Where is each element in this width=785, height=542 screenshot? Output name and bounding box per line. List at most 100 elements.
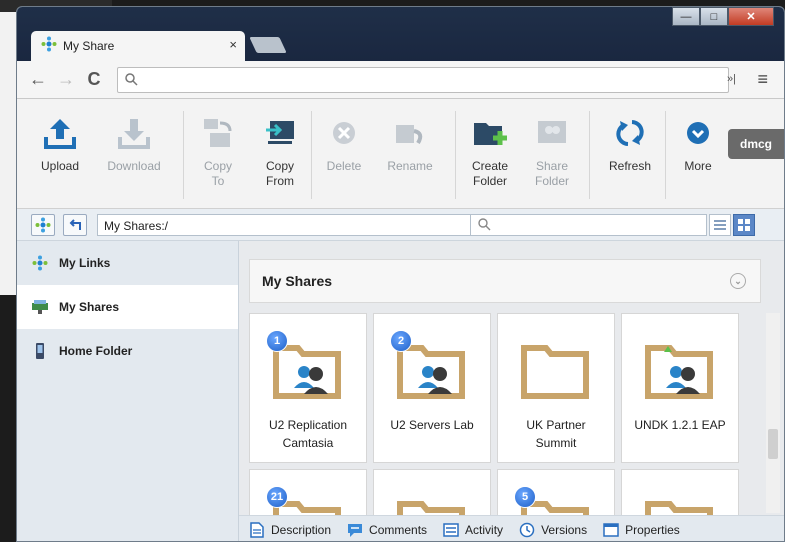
section-header: My Shares ⌄: [249, 259, 761, 303]
share-folder-icon: [532, 111, 572, 155]
new-tab-button[interactable]: [249, 37, 287, 53]
scroll-thumb[interactable]: [768, 429, 778, 459]
maximize-button[interactable]: □: [700, 7, 728, 26]
browser-tab[interactable]: My Share ×: [31, 31, 245, 61]
sidebar: My Links My Shares Home Folder: [17, 241, 239, 541]
folder-tile[interactable]: UK Partner Summit: [497, 313, 615, 463]
copy-to-button[interactable]: Copy To: [187, 111, 249, 189]
details-bar: Description Comments Activity Versions P…: [239, 515, 784, 541]
up-level-button[interactable]: [63, 214, 87, 236]
browser-navbar: ← → C »| ≡: [17, 61, 784, 99]
copy-from-label-line1: Copy: [265, 159, 294, 173]
list-view-button[interactable]: [709, 214, 731, 236]
sidebar-item-label: My Shares: [59, 300, 120, 314]
sidebar-item-label: My Links: [59, 256, 111, 270]
extensions-overflow-button[interactable]: »|: [727, 73, 736, 85]
document-icon: [249, 521, 265, 538]
folder-tile[interactable]: 2 U2 Servers Lab: [373, 313, 491, 463]
minimize-button[interactable]: —: [672, 7, 700, 26]
home-links-button[interactable]: [31, 214, 55, 236]
rename-button[interactable]: Rename: [379, 111, 441, 174]
item-count-badge: 5: [514, 486, 536, 508]
folder-grid: 1 U2 Replication Camtasia 2 U2 Servers L…: [249, 313, 759, 541]
close-window-button[interactable]: ✕: [728, 7, 774, 26]
reload-button[interactable]: C: [83, 69, 105, 90]
grid-view-button[interactable]: [733, 214, 755, 236]
upload-label: Upload: [40, 159, 80, 173]
search-icon: [478, 218, 491, 231]
folder-name-line2: Summit: [535, 436, 577, 450]
path-input[interactable]: My Shares:/: [97, 214, 471, 236]
comments-tab[interactable]: Comments: [347, 522, 427, 538]
description-tab[interactable]: Description: [249, 521, 331, 538]
folder-icon: [520, 338, 592, 400]
sidebar-item-home-folder[interactable]: Home Folder: [17, 329, 238, 373]
refresh-button[interactable]: Refresh: [599, 111, 661, 174]
list-icon: [714, 220, 726, 230]
versions-tab[interactable]: Versions: [519, 522, 587, 538]
share-favicon-icon: [41, 36, 57, 57]
address-bar[interactable]: [117, 67, 729, 93]
refresh-icon: [610, 111, 650, 155]
activity-label: Activity: [465, 522, 504, 537]
grid-icon: [738, 219, 750, 231]
activity-icon: [443, 522, 459, 538]
upload-icon: [40, 111, 80, 155]
tab-close-icon[interactable]: ×: [229, 37, 237, 52]
share-icon: [35, 217, 51, 233]
share-folder-label-line1: Share: [535, 159, 569, 173]
more-button[interactable]: More: [667, 111, 729, 174]
activity-tab[interactable]: Activity: [443, 522, 503, 538]
item-count-badge: 2: [390, 330, 412, 352]
toolbar-separator: [665, 111, 666, 199]
window-controls: — □ ✕: [672, 7, 774, 26]
rename-label: Rename: [387, 159, 433, 173]
user-menu-button[interactable]: dmcg: [728, 129, 784, 159]
copy-from-label-line2: From: [266, 174, 294, 188]
section-title: My Shares: [262, 273, 333, 289]
download-button[interactable]: Download: [103, 111, 165, 174]
properties-tab[interactable]: Properties: [603, 522, 680, 538]
toolbar-separator: [311, 111, 312, 199]
main-content: My Shares ⌄ 1 U2 Replication Camtasia 2 …: [239, 241, 784, 541]
device-icon: [31, 343, 49, 359]
forward-button[interactable]: →: [55, 69, 77, 90]
copy-to-icon: [198, 111, 238, 155]
copy-to-label-line2: To: [211, 174, 225, 188]
chevron-down-icon: [678, 111, 718, 155]
copy-from-icon: [260, 111, 300, 155]
toolbar-separator: [455, 111, 456, 199]
create-folder-label-line1: Create: [471, 159, 509, 173]
comment-icon: [347, 522, 363, 538]
create-folder-button[interactable]: Create Folder: [459, 111, 521, 189]
folder-name-line2: Camtasia: [282, 436, 334, 450]
folder-tile[interactable]: 1 U2 Replication Camtasia: [249, 313, 367, 463]
rename-icon: [390, 111, 430, 155]
sidebar-item-my-links[interactable]: My Links: [17, 241, 238, 285]
browser-menu-icon[interactable]: ≡: [757, 69, 768, 90]
share-folder-label-line2: Folder: [534, 174, 569, 188]
search-icon: [124, 72, 138, 89]
title-bar: My Share × — □ ✕: [17, 7, 784, 61]
back-arrow-icon: [69, 219, 81, 230]
tab-title: My Share: [63, 39, 115, 53]
refresh-label: Refresh: [608, 159, 652, 173]
collapse-chevron-icon[interactable]: ⌄: [730, 273, 746, 289]
shared-folder-icon: 1: [266, 330, 344, 400]
share-folder-button[interactable]: Share Folder: [521, 111, 583, 189]
folder-name-line1: U2 Servers Lab: [390, 418, 474, 432]
download-label: Download: [107, 159, 161, 173]
upload-button[interactable]: Upload: [29, 111, 91, 174]
back-button[interactable]: ←: [27, 69, 49, 90]
copy-from-button[interactable]: Copy From: [249, 111, 311, 189]
shares-icon: [31, 299, 49, 315]
delete-label: Delete: [326, 159, 362, 173]
filter-input[interactable]: [471, 214, 707, 236]
file-toolbar: Upload Download Copy To Copy From Delete…: [17, 99, 784, 209]
content-scrollbar[interactable]: [766, 313, 780, 513]
folder-tile[interactable]: UNDK 1.2.1 EAP: [621, 313, 739, 463]
delete-button[interactable]: Delete: [313, 111, 375, 174]
sidebar-item-my-shares[interactable]: My Shares: [17, 285, 238, 329]
delete-icon: [324, 111, 364, 155]
toolbar-separator: [589, 111, 590, 199]
